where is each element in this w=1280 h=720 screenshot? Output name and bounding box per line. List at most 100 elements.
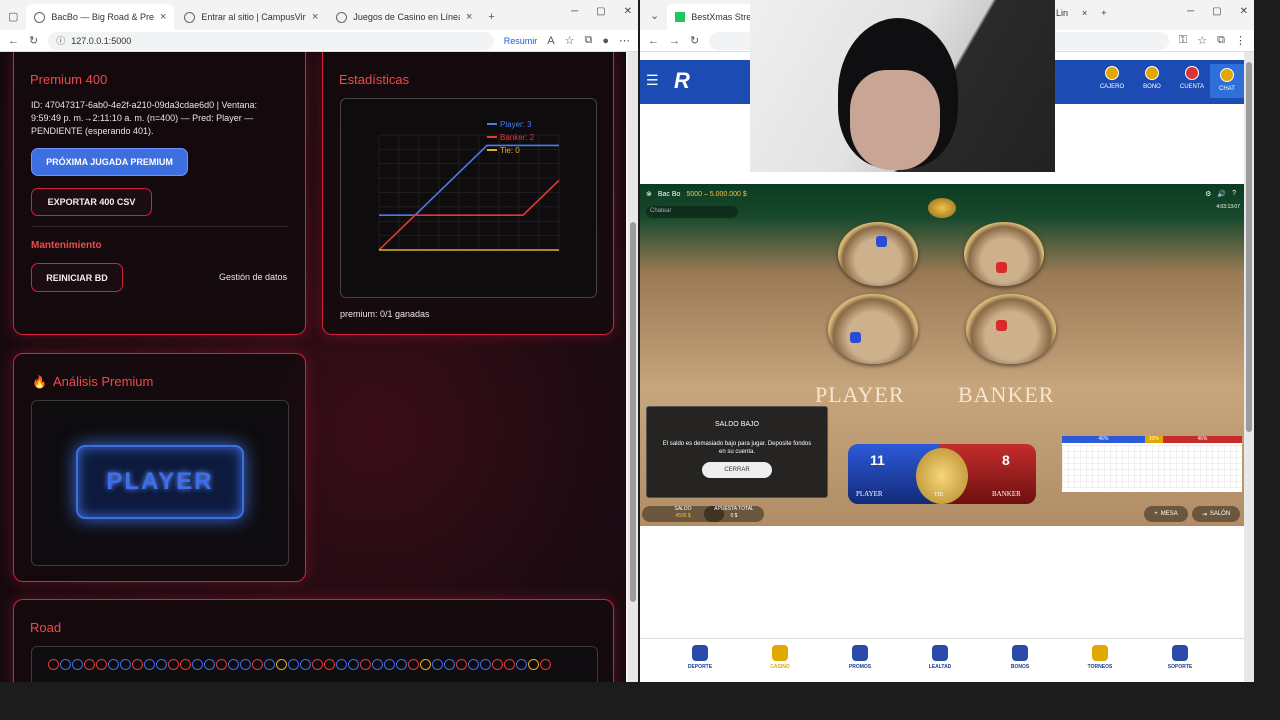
tab-strip: ▢ BacBo — Big Road & Premium · × Entrar …: [0, 0, 638, 30]
close-dialog-button[interactable]: CERRAR: [702, 462, 772, 478]
next-premium-button[interactable]: PRÓXIMA JUGADA PREMIUM: [31, 148, 188, 176]
nav-soporte[interactable]: SOPORTE: [1160, 645, 1200, 670]
resumir-button[interactable]: Resumir: [504, 36, 538, 46]
new-tab-icon[interactable]: +: [488, 11, 494, 23]
minimize-icon[interactable]: ─: [1187, 6, 1194, 17]
nav-lealtad[interactable]: LEALTAD: [920, 645, 960, 670]
road-bead: [60, 659, 71, 670]
window-controls-right: ─ ▢ ✕: [1187, 6, 1248, 17]
extensions-icon[interactable]: ⧉: [584, 34, 592, 47]
legend-label: Banker: 2: [500, 133, 535, 142]
stats-card: Estadísticas Player: 3 Banker: 2 Tie: 0 pr…: [322, 52, 614, 335]
road-bead: [432, 659, 443, 670]
left-scrollbar[interactable]: [628, 52, 638, 682]
road-bead: [204, 659, 215, 670]
close-tab-icon[interactable]: ×: [312, 11, 318, 23]
tab-menu-icon[interactable]: ⌄: [650, 9, 659, 22]
forward-icon[interactable]: →: [669, 35, 680, 47]
close-tab-icon[interactable]: ×: [1082, 8, 1087, 18]
profile-icon[interactable]: ●: [602, 35, 609, 47]
read-aloud-icon[interactable]: A: [547, 35, 554, 47]
nav-deporte[interactable]: DEPORTE: [680, 645, 720, 670]
mesa-button[interactable]: + MESA: [1144, 506, 1188, 522]
road-bead: [48, 659, 59, 670]
favorite-icon[interactable]: ☆: [565, 34, 575, 47]
road-bead: [312, 659, 323, 670]
url-field[interactable]: ⓘ 127.0.0.1:5000: [48, 31, 494, 50]
chat-button[interactable]: CHAT: [1210, 64, 1244, 98]
brand-logo[interactable]: R: [674, 68, 690, 94]
bacbo-game: ⊗ Bac Bo 5000 – 5.000.000 $ ⚙ 🔊 ? Chatea…: [640, 184, 1244, 526]
globe-icon: [34, 11, 46, 23]
more-icon[interactable]: ⋯: [619, 34, 630, 47]
new-tab-icon[interactable]: +: [1101, 8, 1106, 18]
maximize-icon[interactable]: ▢: [1212, 6, 1221, 17]
salon-button[interactable]: ⇥ SALÓN: [1192, 506, 1240, 522]
tab-casino[interactable]: Juegos de Casino en Línea | Ca: ×: [328, 4, 480, 30]
nav-torneos[interactable]: TORNEOS: [1080, 645, 1120, 670]
webcam-overlay: [750, 0, 1055, 172]
help-icon[interactable]: ?: [1232, 190, 1236, 198]
road-bead: [516, 659, 527, 670]
nav-casino[interactable]: CASINO: [760, 645, 800, 670]
road-bead: [348, 659, 359, 670]
prediction-panel: PLAYER: [31, 400, 289, 566]
address-bar: ← ↻ ⓘ 127.0.0.1:5000 Resumir A ☆ ⧉ ● ⋯: [0, 30, 638, 52]
road-bead: [336, 659, 347, 670]
nav-promos[interactable]: PROMOS: [840, 645, 880, 670]
analysis-title: Análisis Premium: [52, 374, 154, 389]
player-bet-label[interactable]: PLAYER: [856, 490, 883, 498]
road-bead: [408, 659, 419, 670]
hamburger-icon[interactable]: ☰: [646, 72, 659, 89]
close-game-icon[interactable]: ⊗: [646, 190, 652, 198]
road-bead: [84, 659, 95, 670]
exit-icon: ⇥: [1201, 511, 1207, 518]
maximize-icon[interactable]: ▢: [596, 6, 605, 17]
right-scrollbar[interactable]: [1244, 52, 1254, 682]
nav-bonos[interactable]: BONOS: [1000, 645, 1040, 670]
window-controls: ─ ▢ ✕: [571, 6, 632, 17]
tie-bet-label[interactable]: TIE: [934, 492, 943, 498]
reload-icon[interactable]: ↻: [690, 34, 699, 47]
close-window-icon[interactable]: ✕: [624, 6, 632, 17]
favorite-icon[interactable]: ☆: [1197, 34, 1207, 47]
cuenta-button[interactable]: CUENTA: [1174, 66, 1210, 90]
more-icon[interactable]: ⋮: [1235, 34, 1246, 47]
export-csv-button[interactable]: EXPORTAR 400 CSV: [31, 188, 152, 216]
tab-actions-icon[interactable]: ▢: [8, 10, 18, 23]
bacbo-page: Premium 400 ID: 47047317-6ab0-4e2f-a210-…: [0, 52, 626, 682]
cajero-button[interactable]: CAJERO: [1094, 66, 1130, 90]
chat-input[interactable]: Chatear: [646, 206, 738, 218]
close-tab-icon[interactable]: ×: [160, 11, 166, 23]
road-bead: [192, 659, 203, 670]
back-icon[interactable]: ←: [648, 35, 659, 47]
road-bead: [288, 659, 299, 670]
banker-die-cup-2: [966, 294, 1056, 364]
tab-campus[interactable]: Entrar al sitio | CampusVirtual - ×: [176, 4, 326, 30]
settings-icon[interactable]: ⚙: [1205, 190, 1211, 198]
kick-icon: [675, 12, 686, 22]
tab-bacbo[interactable]: BacBo — Big Road & Premium · ×: [26, 4, 175, 30]
key-icon[interactable]: ⚿: [1179, 34, 1187, 47]
extensions-icon[interactable]: ⧉: [1217, 34, 1225, 47]
gold-dome: [928, 198, 956, 218]
road-bead: [540, 659, 551, 670]
bono-button[interactable]: BONO: [1134, 66, 1170, 90]
banker-bet-label[interactable]: BANKER: [992, 490, 1021, 498]
banker-table-label: BANKER: [958, 382, 1055, 407]
dialog-message: El saldo es demasiado bajo para jugar. D…: [662, 441, 812, 455]
premium-wins-text: premium: 0/1 ganadas: [340, 309, 430, 319]
legend-label: Player: 3: [500, 120, 532, 129]
back-icon[interactable]: ←: [8, 35, 19, 47]
road-bead: [456, 659, 467, 670]
reload-icon[interactable]: ↻: [29, 34, 38, 47]
close-tab-icon[interactable]: ×: [466, 11, 472, 23]
reset-db-button[interactable]: REINICIAR BD: [31, 263, 123, 292]
road-bead: [120, 659, 131, 670]
volume-icon[interactable]: 🔊: [1217, 190, 1226, 198]
minimize-icon[interactable]: ─: [571, 6, 578, 17]
player-die-cup-1: [838, 222, 918, 286]
close-window-icon[interactable]: ✕: [1240, 6, 1248, 17]
red-die: [996, 320, 1007, 331]
divider: [31, 226, 289, 227]
